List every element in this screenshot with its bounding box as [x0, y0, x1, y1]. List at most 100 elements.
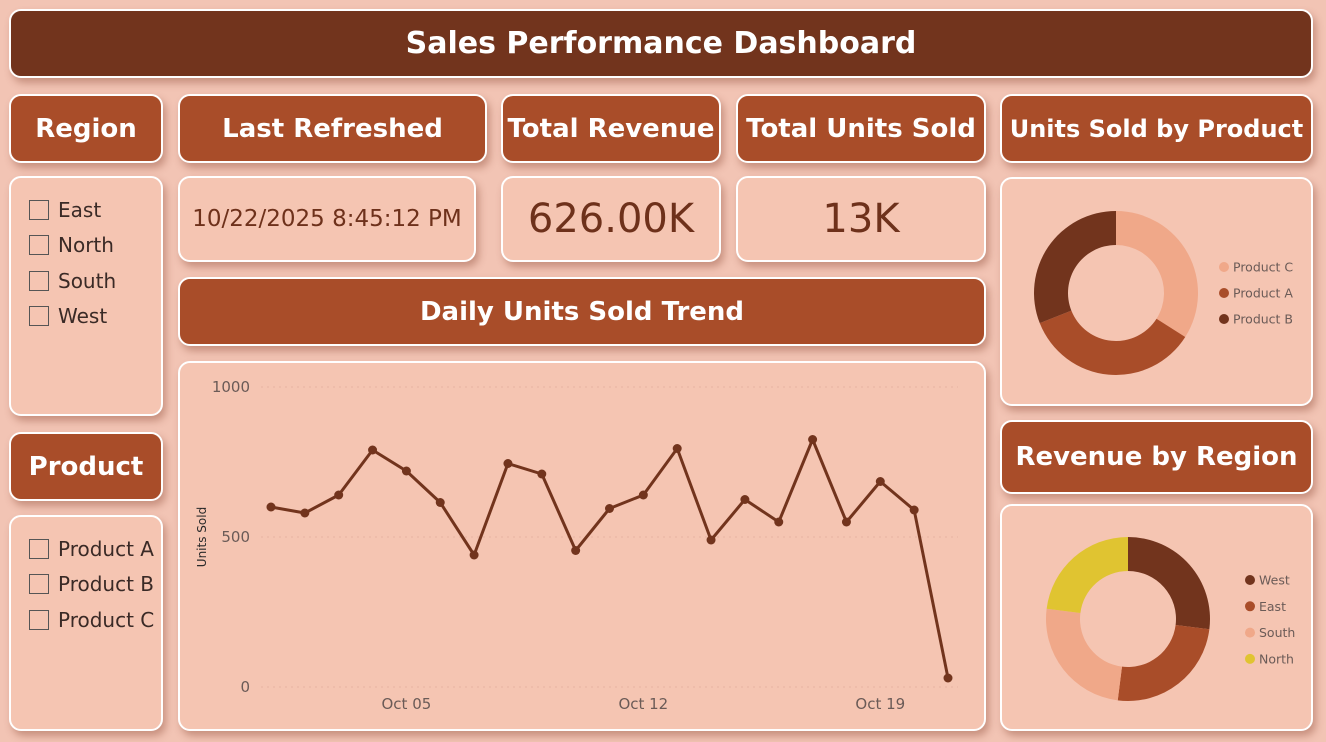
- daily-trend-chart: 0 500 1000 Oct 05 Oct 12 Oct 19 Units Sold: [178, 361, 986, 731]
- units-by-product-title: Units Sold by Product: [1000, 94, 1313, 163]
- revenue-by-region-svg: West East South North: [1046, 537, 1295, 701]
- checkbox[interactable]: [29, 270, 49, 291]
- line-chart-svg: 0 500 1000 Oct 05 Oct 12 Oct 19 Units Sold: [195, 378, 958, 713]
- product-slicer: Product A Product B Product C: [9, 515, 163, 731]
- product-option-label: Product C: [58, 607, 155, 632]
- last-refreshed-value: 10/22/2025 8:45:12 PM: [192, 206, 462, 232]
- legend-marker: [1245, 653, 1255, 664]
- legend-marker: [1219, 314, 1229, 324]
- checkbox[interactable]: [29, 235, 49, 256]
- units-by-product-label: Units Sold by Product: [1009, 114, 1304, 143]
- legend-marker: [1219, 262, 1229, 272]
- data-point[interactable]: [571, 546, 581, 555]
- data-point[interactable]: [943, 673, 953, 683]
- total-units-card: 13K: [736, 176, 986, 262]
- data-point[interactable]: [909, 505, 919, 515]
- data-point[interactable]: [774, 517, 784, 527]
- data-point[interactable]: [706, 535, 716, 545]
- last-refreshed-card: 10/22/2025 8:45:12 PM: [178, 176, 476, 262]
- data-point[interactable]: [401, 466, 411, 476]
- product-option[interactable]: Product A: [29, 531, 161, 567]
- total-revenue-value: 626.00K: [527, 196, 695, 242]
- region-slicer: East North South West: [9, 176, 163, 416]
- checkbox[interactable]: [29, 574, 49, 595]
- y-tick-label: 500: [221, 528, 250, 546]
- total-revenue-card: 626.00K: [501, 176, 721, 262]
- donut-slice[interactable]: [1046, 537, 1128, 613]
- region-filter-label: Region: [35, 113, 137, 144]
- legend-label: Product B: [1233, 312, 1293, 327]
- y-tick-label: 1000: [212, 378, 250, 396]
- total-revenue-label: Total Revenue: [507, 113, 715, 144]
- data-point[interactable]: [808, 435, 818, 444]
- donut-slice[interactable]: [1128, 537, 1210, 630]
- series-line: [270, 438, 950, 679]
- data-point[interactable]: [740, 495, 750, 504]
- donut-slice[interactable]: [1034, 211, 1116, 324]
- data-point[interactable]: [841, 517, 851, 527]
- donut-slice[interactable]: [1116, 211, 1198, 337]
- region-option[interactable]: West: [29, 299, 161, 335]
- data-point[interactable]: [334, 490, 344, 500]
- checkbox[interactable]: [29, 306, 49, 327]
- page-title: Sales Performance Dashboard: [405, 26, 917, 61]
- total-units-title: Total Units Sold: [736, 94, 986, 163]
- region-option-label: North: [58, 233, 114, 258]
- legend-label: West: [1259, 573, 1290, 588]
- product-option-label: Product B: [58, 572, 155, 597]
- dashboard-header: Sales Performance Dashboard: [9, 9, 1313, 78]
- data-point[interactable]: [605, 504, 614, 513]
- region-option[interactable]: South: [29, 263, 161, 299]
- y-axis-label: Units Sold: [195, 507, 209, 567]
- legend-marker: [1245, 627, 1255, 638]
- total-revenue-title: Total Revenue: [501, 94, 721, 163]
- donut-slice[interactable]: [1117, 625, 1210, 701]
- revenue-by-region-chart: West East South North: [1000, 504, 1313, 731]
- data-point[interactable]: [368, 445, 378, 455]
- donut-slice[interactable]: [1046, 608, 1122, 701]
- units-by-product-svg: Product C Product A Product B: [1034, 211, 1293, 375]
- x-tick-label: Oct 05: [382, 695, 432, 713]
- region-option[interactable]: North: [29, 228, 161, 264]
- daily-trend-title: Daily Units Sold Trend: [178, 277, 986, 346]
- revenue-by-region-label: Revenue by Region: [1015, 442, 1298, 472]
- region-option-label: West: [58, 304, 108, 329]
- checkbox[interactable]: [29, 609, 49, 630]
- checkbox[interactable]: [29, 199, 49, 220]
- x-tick-label: Oct 12: [618, 695, 668, 713]
- data-point[interactable]: [503, 459, 513, 468]
- data-point[interactable]: [435, 498, 445, 507]
- legend-marker: [1245, 575, 1255, 585]
- legend-label: East: [1259, 599, 1286, 614]
- checkbox[interactable]: [29, 538, 49, 559]
- x-tick-label: Oct 19: [855, 695, 905, 713]
- data-point[interactable]: [537, 469, 547, 479]
- legend-label: North: [1259, 651, 1294, 666]
- legend-label: Product C: [1233, 260, 1293, 275]
- product-filter-title: Product: [9, 432, 163, 501]
- data-point[interactable]: [875, 477, 885, 486]
- legend-marker: [1245, 601, 1255, 612]
- region-option-label: South: [58, 268, 117, 293]
- revenue-by-region-title: Revenue by Region: [1000, 420, 1313, 494]
- product-option[interactable]: Product B: [29, 567, 161, 603]
- legend-label: South: [1259, 625, 1295, 640]
- product-option[interactable]: Product C: [29, 602, 161, 638]
- y-tick-label: 0: [240, 678, 250, 696]
- total-units-label: Total Units Sold: [746, 113, 976, 144]
- last-refreshed-label: Last Refreshed: [222, 113, 443, 144]
- total-units-value: 13K: [822, 196, 900, 242]
- region-option[interactable]: East: [29, 192, 161, 228]
- last-refreshed-title: Last Refreshed: [178, 94, 487, 163]
- units-by-product-chart: Product C Product A Product B: [1000, 177, 1313, 406]
- product-option-label: Product A: [58, 536, 154, 561]
- region-filter-title: Region: [9, 94, 163, 163]
- data-point[interactable]: [300, 508, 310, 518]
- legend-marker: [1219, 288, 1229, 298]
- data-point[interactable]: [469, 550, 479, 560]
- daily-trend-label: Daily Units Sold Trend: [419, 296, 745, 327]
- data-point[interactable]: [638, 490, 648, 500]
- product-filter-label: Product: [28, 451, 144, 482]
- data-point[interactable]: [672, 444, 682, 453]
- data-point[interactable]: [266, 502, 276, 512]
